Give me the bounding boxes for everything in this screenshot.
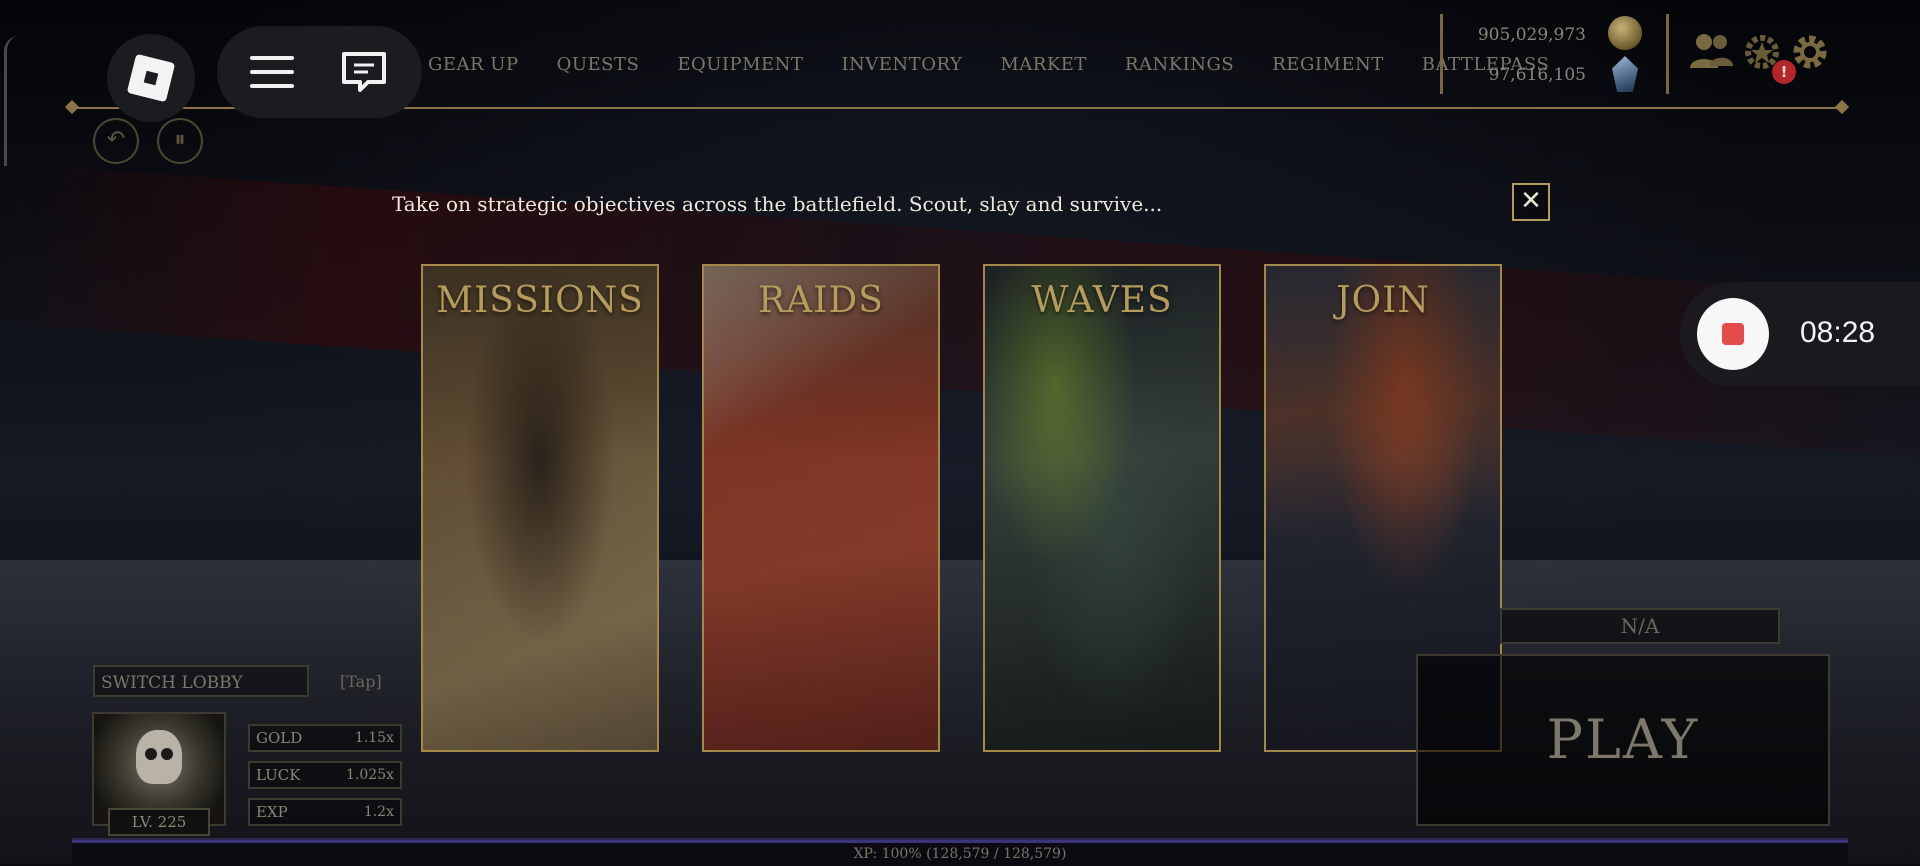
topbar-separator: [1440, 14, 1443, 94]
stat-name: GOLD: [256, 729, 303, 747]
stat-value: 1.15x: [354, 730, 394, 746]
card-shade: [423, 266, 657, 750]
topbar-separator: [1666, 14, 1669, 94]
stat-exp: EXP 1.2x: [248, 798, 402, 826]
main-nav: GEAR UP QUESTS EQUIPMENT INVENTORY MARKE…: [428, 54, 1587, 75]
pause-icon[interactable]: ⏸: [157, 118, 203, 164]
friends-icon[interactable]: [1688, 30, 1734, 70]
gold-amount: 905,029,973: [1477, 25, 1586, 45]
xp-bar: XP: 100% (128,579 / 128,579): [72, 838, 1848, 866]
nav-quests[interactable]: QUESTS: [557, 54, 640, 75]
hamburger-menu-icon[interactable]: [250, 56, 294, 88]
roblox-menu-button[interactable]: [107, 34, 195, 122]
mode-title-raids: RAIDS: [758, 280, 884, 321]
nav-inventory[interactable]: INVENTORY: [841, 54, 962, 75]
nav-regiment[interactable]: REGIMENT: [1272, 54, 1384, 75]
nav-gear-up[interactable]: GEAR UP: [428, 54, 519, 75]
xp-text: XP: 100% (128,579 / 128,579): [853, 846, 1067, 862]
back-arrow-icon[interactable]: ↶: [93, 118, 139, 164]
mode-card-raids[interactable]: RAIDS: [702, 264, 940, 752]
switch-lobby-button[interactable]: SWITCH LOBBY: [93, 665, 309, 697]
modes-description: Take on strategic objectives across the …: [392, 192, 1163, 216]
stat-value: 1.2x: [363, 804, 394, 820]
stat-gold: GOLD 1.15x: [248, 724, 402, 752]
card-shade: [704, 266, 938, 750]
mode-title-join: JOIN: [1336, 280, 1430, 321]
stat-luck: LUCK 1.025x: [248, 761, 402, 789]
mode-card-waves[interactable]: WAVES: [983, 264, 1221, 752]
card-shade: [985, 266, 1219, 750]
stat-name: EXP: [256, 803, 288, 821]
tap-hint: [Tap]: [340, 672, 382, 691]
nav-rankings[interactable]: RANKINGS: [1125, 54, 1234, 75]
roblox-toolbar: [217, 26, 422, 118]
queue-status: N/A: [1500, 608, 1780, 644]
player-level: LV. 225: [108, 808, 210, 836]
gold-coin-icon: [1608, 16, 1642, 50]
nav-market[interactable]: MARKET: [1000, 54, 1087, 75]
mode-card-missions[interactable]: MISSIONS: [421, 264, 659, 752]
gem-amount: 97,616,105: [1488, 65, 1586, 85]
chat-icon[interactable]: [340, 50, 388, 94]
stop-icon: [1722, 323, 1744, 345]
stat-value: 1.025x: [346, 767, 394, 783]
side-edge-handle: [4, 36, 19, 166]
stat-name: LUCK: [256, 766, 301, 784]
xp-bar-fill: [72, 840, 1848, 843]
mode-title-waves: WAVES: [1031, 280, 1173, 321]
currency-display: 905,029,973 97,616,105: [1470, 24, 1586, 104]
recording-timer: 08:28: [1800, 316, 1876, 349]
roblox-logo-icon: [126, 53, 176, 103]
close-button[interactable]: ✕: [1512, 183, 1550, 221]
play-button[interactable]: PLAY: [1416, 654, 1830, 826]
nav-equipment[interactable]: EQUIPMENT: [677, 54, 803, 75]
skull-avatar-icon: [136, 730, 182, 784]
mode-title-missions: MISSIONS: [436, 280, 644, 321]
settings-gear-icon[interactable]: [1790, 32, 1830, 72]
